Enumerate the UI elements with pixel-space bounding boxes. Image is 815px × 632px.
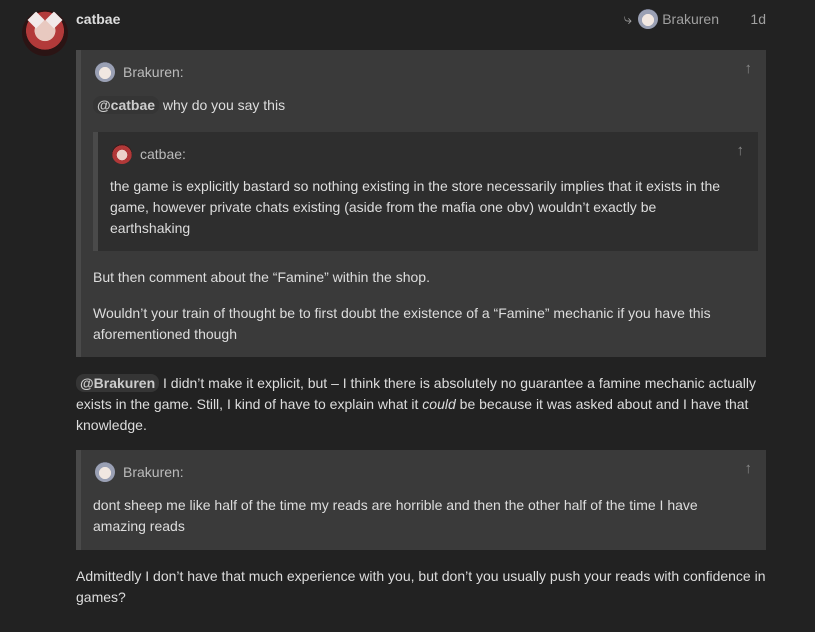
go-to-quoted-post-2-icon[interactable]: ↑ xyxy=(745,460,753,477)
quote-line-text: why do you say this xyxy=(162,97,286,113)
quote-author-avatar xyxy=(95,62,115,82)
quote-line: @catbae why do you say this xyxy=(93,95,753,116)
nested-quote-title[interactable]: catbae: xyxy=(112,144,186,164)
quote-author-name: Brakuren: xyxy=(123,64,184,80)
quote-paragraph-2: But then comment about the “Famine” with… xyxy=(93,269,430,285)
reply-to-name: Brakuren xyxy=(662,11,719,27)
nested-quote-author-name: catbae: xyxy=(140,146,186,162)
quote-title[interactable]: Brakuren: xyxy=(95,62,184,82)
quote-paragraph-3: Wouldn’t your train of thought be to fir… xyxy=(93,305,711,342)
reply-paragraph-2: Admittedly I don’t have that much experi… xyxy=(76,568,766,605)
quote-2-text: dont sheep me like half of the time my r… xyxy=(93,497,698,534)
nested-quote-text: the game is explicitly bastard so nothin… xyxy=(110,178,721,236)
reply-text-italic: could xyxy=(422,396,456,412)
go-to-quoted-post-icon[interactable]: ↑ xyxy=(745,60,753,77)
author-avatar[interactable] xyxy=(22,10,68,56)
mention-catbae[interactable]: @catbae xyxy=(93,96,160,114)
go-to-nested-quoted-post-icon[interactable]: ↑ xyxy=(737,142,745,159)
nested-quote-catbae: catbae: ↑ the game is explicitly bastard… xyxy=(93,132,758,251)
nested-quote-author-avatar xyxy=(112,144,132,164)
reply-arrow-icon: ⤷ xyxy=(623,10,633,28)
author-name[interactable]: catbae xyxy=(76,11,120,27)
reply-paragraph-1: @Brakuren I didn’t make it explicit, but… xyxy=(76,373,766,436)
mention-brakuren[interactable]: @Brakuren xyxy=(76,374,160,392)
quote-2-author-name: Brakuren: xyxy=(123,464,184,480)
quote-block-brakuren-2: Brakuren: ↑ dont sheep me like half of t… xyxy=(76,450,766,550)
quote-2-author-avatar xyxy=(95,462,115,482)
reply-to-link[interactable]: ⤷ Brakuren xyxy=(624,9,719,29)
quote-title-2[interactable]: Brakuren: xyxy=(95,462,184,482)
quote-block-brakuren: Brakuren: ↑ @catbae why do you say this … xyxy=(76,50,766,357)
post-date[interactable]: 1d xyxy=(750,11,766,27)
reply-to-avatar xyxy=(638,9,659,29)
